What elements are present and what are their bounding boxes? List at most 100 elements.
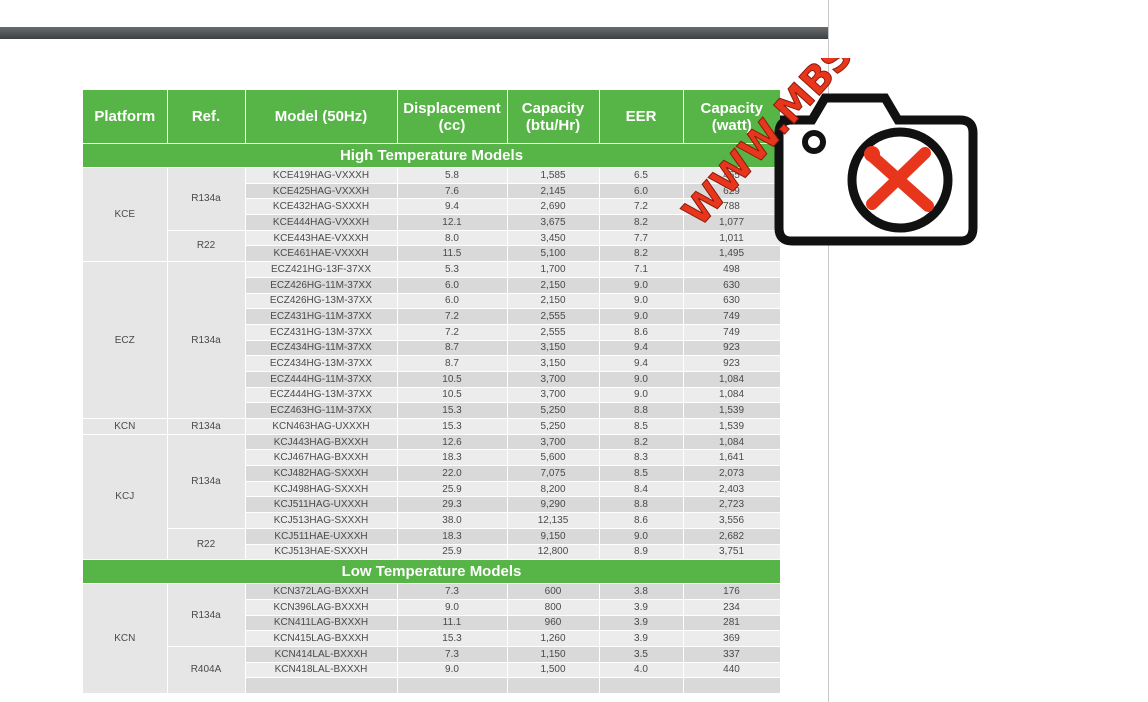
platform-cell: KCJ	[83, 433, 168, 560]
displacement-cell: 9.4	[397, 198, 508, 215]
displacement-cell: 29.3	[397, 496, 508, 513]
displacement-cell: 12.6	[397, 433, 508, 450]
header-displacement: Displacement (cc)	[397, 90, 508, 144]
displacement-cell: 8.0	[397, 229, 508, 246]
capacity-btu-cell: 600	[507, 583, 600, 600]
capacity-btu-cell: 1,500	[507, 661, 600, 678]
eer-cell: 7.1	[599, 261, 684, 278]
capacity-watt-cell: 749	[683, 308, 781, 325]
capacity-btu-cell: 3,700	[507, 433, 600, 450]
eer-cell: 8.6	[599, 323, 684, 341]
capacity-watt-cell: 1,084	[683, 386, 781, 403]
displacement-cell: 6.0	[397, 292, 508, 309]
refrigerant-cell: R134a	[167, 261, 246, 419]
capacity-watt-cell: 749	[683, 323, 781, 341]
capacity-watt-cell: 923	[683, 355, 781, 372]
displacement-cell: 9.0	[397, 598, 508, 616]
model-cell: ECZ444HG-13M-37XX	[245, 386, 398, 403]
capacity-btu-cell: 3,700	[507, 386, 600, 403]
eer-cell: 9.0	[599, 308, 684, 325]
displacement-cell: 12.1	[397, 214, 508, 231]
model-cell: KCJ511HAE-UXXXH	[245, 527, 398, 544]
model-cell: ECZ434HG-13M-37XX	[245, 355, 398, 372]
capacity-watt-cell: 3,751	[683, 543, 781, 560]
capacity-btu-cell: 12,800	[507, 543, 600, 560]
capacity-watt-cell: 369	[683, 630, 781, 647]
capacity-watt-cell: 1,084	[683, 370, 781, 388]
displacement-cell: 22.0	[397, 465, 508, 482]
model-cell: ECZ421HG-13F-37XX	[245, 261, 398, 278]
capacity-btu-cell: 3,450	[507, 229, 600, 246]
model-cell: KCE443HAE-VXXXH	[245, 229, 398, 246]
displacement-cell: 7.3	[397, 583, 508, 600]
header-model: Model (50Hz)	[245, 90, 398, 144]
displacement-cell: 5.8	[397, 167, 508, 184]
platform-cell: KCE	[83, 166, 168, 262]
model-cell: KCJ498HAG-SXXXH	[245, 480, 398, 497]
eer-cell: 8.8	[599, 496, 684, 513]
model-cell: KCN418LAL-BXXXH	[245, 661, 398, 678]
capacity-btu-cell: 2,145	[507, 182, 600, 199]
capacity-btu-cell: 5,100	[507, 245, 600, 262]
table-row: KCJ R134a KCJ443HAG-BXXXH 12.6 3,700 8.2 1,084	[83, 433, 781, 560]
capacity-btu-cell: 3,150	[507, 339, 600, 356]
displacement-cell: 15.3	[397, 402, 508, 419]
header-platform: Platform	[83, 90, 168, 144]
model-cell: ECZ463HG-11M-37XX	[245, 402, 398, 419]
capacity-watt-cell: 3,556	[683, 512, 781, 529]
capacity-watt-cell	[683, 677, 781, 693]
displacement-cell: 38.0	[397, 512, 508, 529]
capacity-watt-cell: 2,073	[683, 465, 781, 482]
capacity-btu-cell: 2,150	[507, 292, 600, 309]
capacity-btu-cell: 3,700	[507, 370, 600, 388]
eer-cell: 9.0	[599, 276, 684, 293]
capacity-btu-cell: 3,150	[507, 355, 600, 372]
model-cell: KCE425HAG-VXXXH	[245, 182, 398, 199]
displacement-cell: 5.3	[397, 261, 508, 278]
displacement-cell: 11.5	[397, 245, 508, 262]
model-cell: ECZ431HG-13M-37XX	[245, 323, 398, 341]
eer-cell: 8.4	[599, 480, 684, 497]
model-cell: ECZ431HG-11M-37XX	[245, 308, 398, 325]
capacity-watt-cell: 2,723	[683, 496, 781, 513]
model-cell: KCJ443HAG-BXXXH	[245, 433, 398, 450]
model-cell: ECZ426HG-11M-37XX	[245, 276, 398, 293]
model-cell: KCN415LAG-BXXXH	[245, 630, 398, 647]
displacement-cell: 7.3	[397, 645, 508, 663]
refrigerant-cell: R134a	[167, 583, 246, 647]
model-cell: ECZ426HG-13M-37XX	[245, 292, 398, 309]
model-cell: KCN372LAG-BXXXH	[245, 583, 398, 600]
capacity-btu-cell: 7,075	[507, 465, 600, 482]
platform-cell: KCN	[83, 418, 168, 435]
capacity-watt-cell: 1,084	[683, 433, 781, 450]
refrigerant-cell: R22	[167, 527, 246, 560]
capacity-watt-cell: 923	[683, 339, 781, 356]
platform-cell: ECZ	[83, 261, 168, 419]
refrigerant-cell: R134a	[167, 167, 246, 231]
capacity-btu-cell: 960	[507, 614, 600, 631]
viewer-top-bar	[0, 27, 828, 39]
eer-cell: 8.2	[599, 433, 684, 450]
table-row: R404A KCN414LAL-BXXXH 7.3 1,150 3.5 337	[83, 645, 781, 693]
displacement-cell: 25.9	[397, 543, 508, 560]
displacement-cell: 7.2	[397, 323, 508, 341]
eer-cell: 9.0	[599, 527, 684, 544]
refrigerant-cell: R22	[167, 229, 246, 262]
capacity-btu-cell: 9,150	[507, 527, 600, 544]
eer-cell: 8.6	[599, 512, 684, 529]
displacement-cell: 7.2	[397, 308, 508, 325]
refrigerant-cell: R404A	[167, 645, 246, 693]
eer-cell: 8.5	[599, 418, 684, 435]
model-cell: KCJ513HAE-SXXXH	[245, 543, 398, 560]
displacement-cell: 8.7	[397, 339, 508, 356]
displacement-cell: 7.6	[397, 182, 508, 199]
displacement-cell: 25.9	[397, 480, 508, 497]
eer-cell: 3.5	[599, 645, 684, 663]
capacity-btu-cell: 3,675	[507, 214, 600, 231]
capacity-watt-cell: 2,403	[683, 480, 781, 497]
model-cell: ECZ444HG-11M-37XX	[245, 370, 398, 388]
displacement-cell: 15.3	[397, 630, 508, 647]
eer-cell	[599, 677, 684, 693]
model-cell: KCE461HAE-VXXXH	[245, 245, 398, 262]
table-row: KCN R134a KCN463HAG-UXXXH 15.3 5,250 8.5 1,539	[83, 418, 781, 435]
